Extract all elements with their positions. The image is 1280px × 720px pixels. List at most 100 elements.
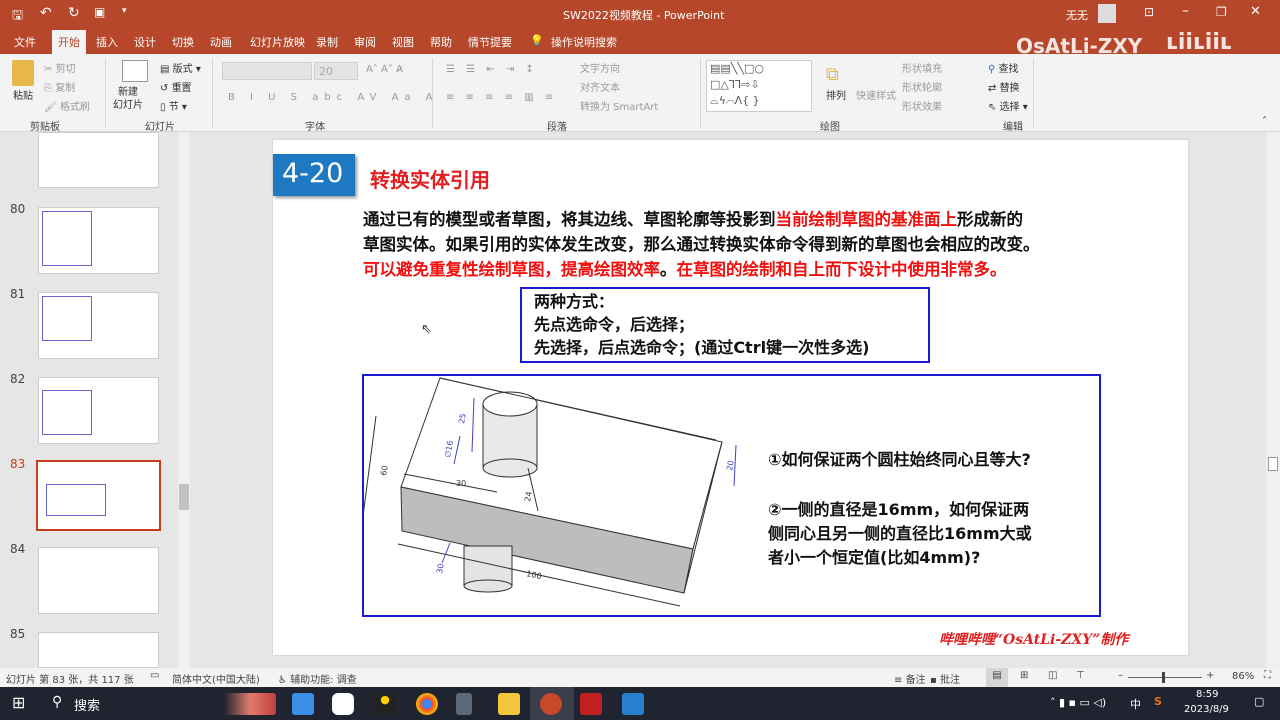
- customize-qat-icon[interactable]: ▾: [122, 6, 127, 16]
- slide-canvas[interactable]: 4-20 转换实体引用 通过已有的模型或者草图，将其边线、草图轮廓等投影到当前绘…: [273, 140, 1188, 655]
- font-format-buttons[interactable]: B I U S abc AV Aa A: [228, 92, 439, 103]
- save-icon[interactable]: 🖫: [12, 6, 23, 28]
- smartart-button[interactable]: 转换为 SmartArt: [580, 98, 658, 113]
- tab-slideshow[interactable]: 幻灯片放映: [250, 34, 305, 50]
- tell-me-search[interactable]: 操作说明搜索: [551, 34, 617, 50]
- app-icon-file-explorer[interactable]: [498, 693, 520, 715]
- section-button[interactable]: ▯ 节 ▾: [160, 98, 187, 113]
- tab-help[interactable]: 帮助: [430, 34, 452, 50]
- present-icon[interactable]: ▣: [94, 5, 105, 19]
- slide-sorter-button[interactable]: ⊞: [1020, 670, 1028, 681]
- redo-icon[interactable]: ↻: [68, 5, 80, 21]
- app-icon-chrome[interactable]: [416, 693, 438, 715]
- close-button[interactable]: ✕: [1250, 4, 1261, 19]
- notes-button[interactable]: ≡ 备注: [894, 671, 926, 686]
- app-icon-qq[interactable]: ●: [374, 693, 396, 715]
- scrollbar-thumb[interactable]: [179, 484, 189, 510]
- align-buttons[interactable]: ≡ ≡ ≡ ≡ ▥ ≡: [446, 92, 557, 103]
- sogou-ime-icon[interactable]: S: [1154, 695, 1162, 708]
- reading-view-button[interactable]: ◫: [1048, 670, 1057, 681]
- normal-view-button[interactable]: ▤: [986, 668, 1008, 687]
- arrange-icon[interactable]: ⧉: [826, 64, 839, 85]
- slide-thumbnail[interactable]: [38, 132, 159, 188]
- zoom-in-button[interactable]: +: [1206, 670, 1214, 681]
- app-icon-baidu[interactable]: [332, 693, 354, 715]
- ribbon-display-icon[interactable]: ⊡: [1144, 5, 1154, 19]
- font-size-input[interactable]: 20: [314, 62, 358, 80]
- font-name-input[interactable]: [222, 62, 312, 80]
- shape-fill-button[interactable]: 形状填充: [902, 60, 942, 75]
- paste-icon[interactable]: [12, 60, 34, 86]
- quick-styles-button[interactable]: 快速样式: [856, 87, 896, 102]
- language-indicator[interactable]: 简体中文(中国大陆): [172, 671, 260, 686]
- tab-transitions[interactable]: 切换: [172, 34, 194, 50]
- thumbnails-scrollbar[interactable]: [178, 132, 190, 668]
- list-buttons[interactable]: ☰ ☰ ⇤ ⇥ ↕: [446, 64, 538, 75]
- reset-button[interactable]: ↺ 重置: [160, 79, 192, 94]
- select-button[interactable]: ⇖ 选择 ▾: [988, 98, 1028, 113]
- accessibility-status[interactable]: ♿ 辅助功能: 调查: [278, 671, 357, 686]
- align-text-button[interactable]: 对齐文本: [580, 79, 620, 94]
- minimize-button[interactable]: –: [1182, 3, 1189, 19]
- slide-thumbnail[interactable]: [38, 207, 159, 274]
- tab-insert[interactable]: 插入: [96, 34, 118, 50]
- zoom-slider-thumb[interactable]: [1162, 672, 1165, 683]
- app-icon-calculator[interactable]: [456, 693, 472, 715]
- tab-view[interactable]: 视图: [392, 34, 414, 50]
- system-tray-icons[interactable]: ˄ ▮ ▪ ▭ ◁): [1050, 696, 1106, 709]
- paste-button[interactable]: 粘贴: [13, 87, 33, 102]
- zoom-out-button[interactable]: –: [1118, 670, 1123, 681]
- clock-date[interactable]: 2023/8/9: [1184, 704, 1229, 715]
- undo-icon[interactable]: ↶: [40, 5, 52, 21]
- tab-review[interactable]: 审阅: [354, 34, 376, 50]
- layout-button[interactable]: ▤ 版式 ▾: [160, 60, 201, 75]
- title-bar: 🖫 ↶ ↻ ▣ ▾ SW2022视频教程 - PowerPoint 无无 ⊡ –…: [0, 0, 1280, 28]
- windows-start-icon[interactable]: ⊞: [12, 693, 25, 712]
- slide-scrollbar[interactable]: [1266, 132, 1280, 668]
- tab-home[interactable]: 开始: [52, 30, 86, 54]
- zoom-slider[interactable]: [1128, 672, 1202, 683]
- cut-button[interactable]: ✂ 剪切: [44, 60, 76, 75]
- slide-thumbnail[interactable]: [38, 547, 159, 614]
- shape-outline-button[interactable]: 形状轮廓: [902, 79, 942, 94]
- fit-slide-icon[interactable]: ⛶: [1264, 670, 1271, 681]
- tab-record[interactable]: 录制: [316, 34, 338, 50]
- restore-button[interactable]: ❐: [1216, 5, 1227, 19]
- spellcheck-icon[interactable]: ▭: [150, 670, 159, 681]
- replace-button[interactable]: ⇄ 替换: [988, 79, 1020, 94]
- arrange-button[interactable]: 排列: [826, 87, 846, 102]
- taskbar-search[interactable]: 搜索: [74, 695, 100, 714]
- tab-file[interactable]: 文件: [14, 34, 36, 50]
- avatar[interactable]: [1098, 4, 1116, 23]
- tab-animations[interactable]: 动画: [210, 34, 232, 50]
- ime-indicator[interactable]: 中: [1130, 696, 1141, 712]
- copy-button[interactable]: ⎘ 复制: [44, 79, 75, 94]
- app-active-powerpoint[interactable]: [530, 687, 574, 720]
- shapes-gallery[interactable]: ▤▤╲╲□○ □△⅂⅂⇨⇩ ⌓ϟ⌒ᐱ{ }: [706, 60, 812, 112]
- find-button[interactable]: ⚲ 查找: [988, 60, 1019, 75]
- new-slide-icon[interactable]: [122, 60, 148, 82]
- app-icon-desktop[interactable]: [292, 693, 314, 715]
- zoom-level[interactable]: 86%: [1232, 671, 1254, 682]
- slide-thumbnail[interactable]: [38, 292, 159, 359]
- comments-button[interactable]: ▪ 批注: [930, 671, 960, 686]
- notifications-icon[interactable]: ▢: [1254, 695, 1264, 708]
- format-painter-button[interactable]: 🖌 格式刷: [44, 98, 90, 113]
- app-icon-solidworks[interactable]: [580, 693, 602, 715]
- slideshow-button[interactable]: ⊤: [1076, 670, 1085, 681]
- new-slide-button[interactable]: 新建 幻灯片: [113, 86, 143, 112]
- shape-effects-button[interactable]: 形状效果: [902, 98, 942, 113]
- tab-storyboard[interactable]: 情节提要: [468, 34, 512, 50]
- box-line: 先点选命令，后选择；: [534, 315, 695, 334]
- grow-font-icon[interactable]: A˄ A˅ A̷: [366, 64, 403, 75]
- app-icon-photos[interactable]: [622, 693, 644, 715]
- tab-design[interactable]: 设计: [134, 34, 156, 50]
- text-direction-button[interactable]: 文字方向: [580, 60, 620, 75]
- scrollbar-thumb[interactable]: [1268, 457, 1278, 471]
- slide-thumbnail[interactable]: [38, 632, 159, 668]
- user-name[interactable]: 无无: [1066, 7, 1088, 23]
- slide-thumbnail-selected[interactable]: [36, 460, 161, 531]
- slide-thumbnail[interactable]: [38, 377, 159, 444]
- clock-time[interactable]: 8:59: [1196, 689, 1218, 700]
- collapse-ribbon-icon[interactable]: ˄: [1262, 116, 1267, 127]
